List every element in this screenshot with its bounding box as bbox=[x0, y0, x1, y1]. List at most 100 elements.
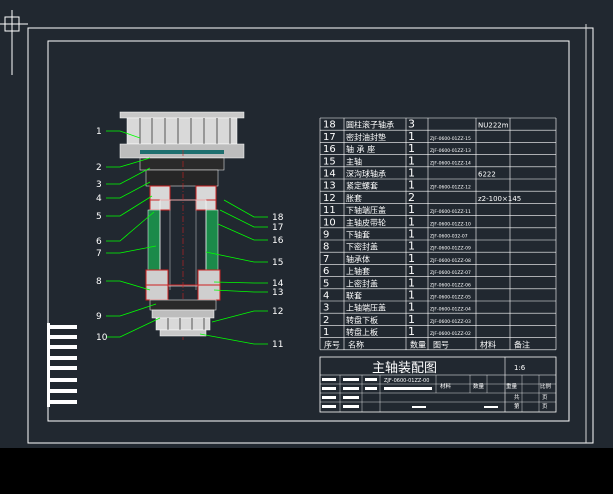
drawing-code: ZJF-0600-01ZZ-00 bbox=[384, 378, 429, 384]
bom-cell-code: ZJF-0600-01ZZ-13 bbox=[430, 148, 471, 154]
bom-cell-name: 主轴 bbox=[346, 156, 362, 166]
bom-cell-no: 5 bbox=[323, 278, 329, 289]
bom-cell-name: 联套 bbox=[346, 291, 362, 301]
bom-cell-name: 主轴皮带轮 bbox=[346, 217, 386, 227]
callout-14: 14 bbox=[272, 279, 284, 289]
callout-16: 16 bbox=[272, 236, 284, 246]
tb-page-unit-2: 页 bbox=[542, 403, 548, 410]
bom-cell-no: 8 bbox=[323, 242, 329, 253]
callout-3: 3 bbox=[96, 180, 102, 190]
bom-header-name: 名称 bbox=[348, 339, 364, 349]
callout-1: 1 bbox=[96, 127, 102, 137]
bill-of-materials-table: 18 圆柱滚子轴承 3 NU222m17 密封油封垫 1 ZJF-0600-01ZZ-151… bbox=[319, 118, 557, 351]
bom-cell-no: 2 bbox=[323, 315, 329, 326]
bom-cell-qty: 1 bbox=[408, 142, 415, 155]
tb-label-scale: 比例 bbox=[540, 382, 552, 390]
bom-cell-no: 4 bbox=[323, 291, 329, 302]
bom-cell-name: 转盘下板 bbox=[346, 315, 378, 325]
bom-cell-no: 18 bbox=[323, 120, 336, 131]
callout-12: 12 bbox=[272, 307, 283, 317]
bom-cell-code: ZJF-0600-01ZZ-12 bbox=[430, 185, 471, 191]
bom-cell-qty: 1 bbox=[408, 154, 415, 167]
bom-cell-code: ZJF-0600-01ZZ-11 bbox=[430, 209, 471, 215]
bom-cell-no: 12 bbox=[323, 193, 336, 204]
bom-cell-no: 11 bbox=[323, 205, 336, 216]
bom-cell-code: ZJF-0600-01ZZ-02 bbox=[430, 331, 471, 337]
bom-cell-qty: 1 bbox=[408, 203, 415, 216]
callout-15: 15 bbox=[272, 258, 283, 268]
bom-cell-name: 圆柱滚子轴承 bbox=[346, 120, 394, 130]
callout-13: 13 bbox=[272, 288, 283, 298]
callout-18: 18 bbox=[272, 213, 284, 223]
bom-cell-name: 轴 承 座 bbox=[346, 144, 375, 154]
bom-cell-name: 深沟球轴承 bbox=[346, 169, 386, 179]
bom-header-note: 备注 bbox=[514, 339, 530, 349]
bom-cell-code: ZJF-0600-01ZZ-07 bbox=[430, 270, 471, 276]
command-bar[interactable] bbox=[0, 448, 613, 494]
callout-7: 7 bbox=[96, 249, 102, 259]
bom-cell-code: ZJF-0600-01ZZ-04 bbox=[430, 307, 471, 313]
bom-cell-no: 7 bbox=[323, 254, 329, 265]
tb-sheet: 第 bbox=[514, 402, 520, 410]
bom-cell-no: 17 bbox=[323, 132, 336, 143]
inner-frame bbox=[47, 40, 570, 422]
title-block: 主轴装配图 1:6 ZJF-0600-01ZZ-00 材料 数量 重量 比例 共… bbox=[319, 356, 557, 413]
bom-cell-name: 下轴套 bbox=[346, 230, 370, 240]
bom-cell-name: 上轴端压盖 bbox=[346, 303, 386, 313]
bom-cell-name: 上密封盖 bbox=[346, 278, 378, 288]
bom-cell-code: ZJF-0600-01ZZ-03 bbox=[430, 319, 471, 325]
callout-17: 17 bbox=[272, 223, 283, 233]
bom-cell-no: 16 bbox=[323, 144, 336, 155]
bom-cell-name: 转盘上板 bbox=[346, 327, 378, 337]
bom-cell-qty: 1 bbox=[408, 289, 415, 302]
bom-cell-code: ZJF-0600-01ZZ-05 bbox=[430, 295, 471, 301]
callout-8: 8 bbox=[96, 277, 102, 287]
bom-cell-qty: 1 bbox=[408, 130, 415, 143]
bom-cell-no: 15 bbox=[323, 156, 336, 167]
bom-header-material: 材料 bbox=[480, 339, 496, 349]
drawing-canvas: 1 2 3 4 5 6 7 8 9 10 11 12 13 14 15 16 1… bbox=[0, 10, 594, 444]
tb-label-material: 材料 bbox=[440, 382, 452, 390]
left-stamp-table bbox=[47, 323, 77, 407]
bom-cell-qty: 3 bbox=[408, 118, 415, 131]
bom-cell-code: ZJF-0600-01ZZ-09 bbox=[430, 246, 471, 252]
callout-6: 6 bbox=[96, 237, 102, 247]
bom-cell-name: 胀套 bbox=[346, 193, 362, 203]
bom-cell-code: ZJF-0600-01ZZ-08 bbox=[430, 258, 471, 264]
callout-5: 5 bbox=[96, 212, 102, 222]
bom-cell-no: 10 bbox=[323, 217, 336, 228]
bom-header-no: 序号 bbox=[324, 339, 340, 349]
bom-cell-code: ZJF-0600-01ZZ-10 bbox=[430, 221, 471, 227]
callout-11: 11 bbox=[272, 340, 283, 350]
bom-cell-qty: 1 bbox=[408, 240, 415, 253]
callout-9: 9 bbox=[96, 312, 102, 322]
spindle-assembly-section bbox=[119, 111, 245, 340]
bom-cell-no: 9 bbox=[323, 230, 329, 241]
bom-cell-name: 轴承体 bbox=[346, 254, 370, 264]
bom-cell-qty: 1 bbox=[408, 313, 415, 326]
bom-cell-qty: 1 bbox=[408, 325, 415, 338]
bom-cell-qty: 1 bbox=[408, 215, 415, 228]
bom-cell-qty: 1 bbox=[408, 264, 415, 277]
outer-frame bbox=[27, 27, 594, 444]
tb-label-qty: 数量 bbox=[473, 382, 485, 390]
bom-cell-qty: 1 bbox=[408, 228, 415, 241]
bom-header-code: 图号 bbox=[433, 340, 449, 349]
bom-cell-no: 1 bbox=[323, 327, 329, 338]
cad-viewport[interactable]: 1 2 3 4 5 6 7 8 9 10 11 12 13 14 15 16 1… bbox=[0, 0, 613, 448]
bom-cell-no: 13 bbox=[323, 181, 336, 192]
bom-cell-name: 下密封盖 bbox=[346, 242, 378, 252]
bom-cell-qty: 1 bbox=[408, 167, 415, 180]
drawing-scale: 1:6 bbox=[514, 364, 526, 372]
tb-page-unit-1: 页 bbox=[542, 394, 548, 401]
tb-label-weight: 重量 bbox=[506, 382, 518, 390]
bom-cell-name: 密封油封垫 bbox=[346, 132, 386, 142]
bom-cell-qty: 1 bbox=[408, 301, 415, 314]
bom-cell-material: NU222m bbox=[478, 122, 509, 130]
bom-cell-material: z2-100×145 bbox=[478, 195, 521, 203]
bom-cell-name: 下轴端压盖 bbox=[346, 205, 386, 215]
bom-cell-code: ZJF-0600-01ZZ-06 bbox=[430, 282, 471, 288]
bom-cell-name: 上轴套 bbox=[346, 266, 370, 276]
bom-cell-qty: 1 bbox=[408, 276, 415, 289]
bom-cell-material: 6222 bbox=[478, 171, 496, 179]
